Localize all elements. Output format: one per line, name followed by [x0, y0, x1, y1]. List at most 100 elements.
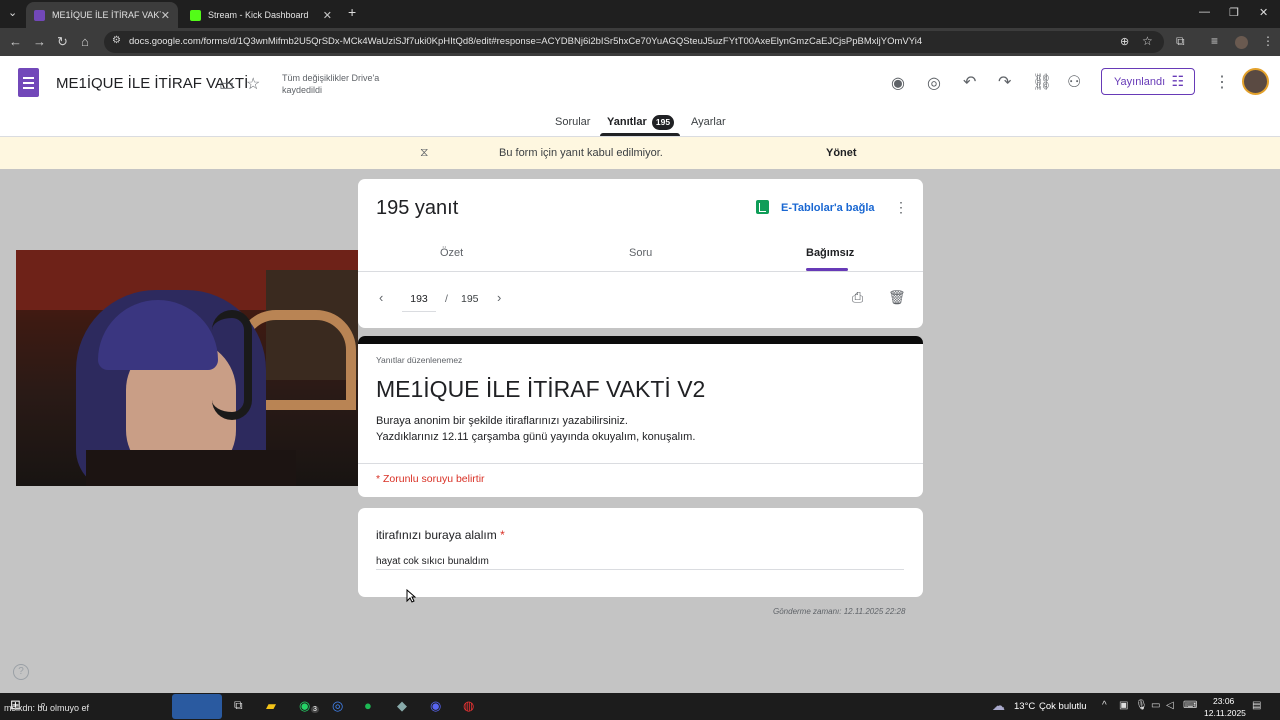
subtab-ozet[interactable]: Özet	[440, 247, 463, 259]
new-tab-plus-icon[interactable]: +	[348, 4, 356, 20]
forms-header: ME1İQUE İLE İTİRAF VAKTİ ▭ ☆ Tüm değişik…	[0, 56, 1280, 137]
form-description-line: Yazdıklarınız 12.11 çarşamba günü yayınd…	[376, 431, 696, 443]
user-avatar[interactable]	[1242, 68, 1269, 95]
responses-count-badge: 195	[652, 115, 674, 130]
sliders-icon: ☷	[1171, 73, 1184, 89]
clock-time[interactable]: 23:06	[1213, 696, 1234, 706]
chrome-icon[interactable]: ◎	[332, 698, 343, 714]
url-text[interactable]: docs.google.com/forms/d/1Q3wnMifmb2U5QrS…	[129, 36, 922, 47]
task-view-icon[interactable]: ⧉	[234, 698, 243, 713]
undo-icon[interactable]: ↶	[963, 72, 976, 92]
redo-icon[interactable]: ↷	[998, 72, 1011, 92]
tray-app-icon[interactable]: ▣	[1119, 700, 1128, 711]
minimize-window-icon[interactable]: —	[1199, 6, 1210, 18]
app-icon[interactable]: ◆	[397, 698, 407, 714]
required-asterisk: *	[500, 528, 505, 542]
back-arrow-icon[interactable]: ←	[9, 34, 22, 49]
profile-avatar-icon[interactable]	[1235, 36, 1248, 49]
sheets-icon[interactable]	[756, 200, 769, 214]
more-options-icon[interactable]: ⋮	[894, 199, 908, 216]
folder-icon[interactable]: ▭	[219, 75, 234, 95]
site-info-icon[interactable]: ⚙	[112, 35, 121, 46]
response-count: 195 yanıt	[376, 197, 459, 219]
home-icon[interactable]: ⌂	[81, 34, 89, 49]
browser-tab-forms[interactable]: ME1İQUE İLE İTİRAF VAKTİ - Go ✕	[26, 2, 178, 28]
media-control-icon[interactable]: ≡	[1211, 34, 1218, 48]
form-info-card: Yanıtlar düzenlenemez ME1İQUE İLE İTİRAF…	[358, 336, 923, 497]
submission-timestamp: Gönderme zamanı: 12.11.2025 22:28	[773, 607, 906, 616]
answer-underline	[376, 569, 904, 570]
browser-menu-icon[interactable]: ⋮	[1262, 34, 1274, 48]
tab-sorular[interactable]: Sorular	[555, 116, 590, 128]
not-accepting-banner: ⧖ Bu form için yanıt kabul edilmiyor. Yö…	[0, 137, 1280, 169]
network-icon[interactable]: ▭	[1151, 700, 1160, 711]
help-icon[interactable]: ?	[13, 664, 29, 680]
volume-icon[interactable]: ◁	[1166, 700, 1174, 711]
tab-title: ME1İQUE İLE İTİRAF VAKTİ - Go	[52, 10, 161, 20]
form-heading: ME1İQUE İLE İTİRAF VAKTİ V2	[376, 376, 706, 402]
keyboard-icon[interactable]: ⌨	[1183, 700, 1197, 711]
close-tab-icon[interactable]: ✕	[323, 9, 332, 22]
delete-trash-icon[interactable]: 🗑	[888, 289, 906, 306]
extensions-puzzle-icon[interactable]: ⧉	[1176, 34, 1185, 49]
question-text: itirafınızı buraya alalım	[376, 528, 497, 542]
tray-chevron-up-icon[interactable]: ^	[1102, 700, 1107, 711]
total-responses: 195	[461, 293, 479, 305]
microphone-icon[interactable]: 🎙	[1135, 700, 1148, 711]
palette-icon[interactable]: ◉	[891, 73, 905, 93]
weather-temperature: 13°C	[1014, 701, 1036, 712]
print-icon[interactable]: ⎙	[852, 289, 863, 306]
manage-link[interactable]: Yönet	[826, 147, 857, 159]
clock-date[interactable]: 12.11.2025	[1204, 708, 1246, 718]
reload-icon[interactable]: ↻	[57, 34, 68, 50]
obs-icon[interactable]: ◍	[463, 698, 474, 714]
google-forms-logo-icon[interactable]	[18, 68, 39, 97]
question-label: itirafınızı buraya alalım *	[376, 528, 505, 542]
responses-off-icon: ⧖	[420, 145, 429, 159]
mouse-cursor-icon	[406, 589, 416, 603]
whatsapp-badge: 3	[311, 706, 319, 713]
notifications-icon[interactable]: ▤	[1252, 700, 1261, 711]
whatsapp-icon[interactable]: ◉	[299, 698, 310, 714]
zoom-icon[interactable]: ⊕	[1120, 35, 1129, 48]
page-separator: /	[445, 293, 448, 305]
widgets-icon[interactable]	[172, 694, 222, 719]
file-explorer-icon[interactable]: ▰	[266, 698, 276, 714]
address-bar[interactable]: ⚙ docs.google.com/forms/d/1Q3wnMifmb2U5Q…	[104, 31, 1164, 53]
link-icon[interactable]: ⛓	[1032, 72, 1052, 92]
close-tab-icon[interactable]: ✕	[161, 9, 170, 22]
browser-tab-kick[interactable]: Stream - Kick Dashboard ✕	[182, 2, 340, 28]
tab-title: Stream - Kick Dashboard	[208, 10, 309, 20]
divider	[358, 271, 923, 272]
bookmark-star-icon[interactable]: ☆	[1142, 34, 1153, 48]
active-tab-indicator	[600, 133, 680, 136]
webcam-overlay	[16, 250, 358, 486]
publish-label: Yayınlandı	[1114, 75, 1166, 88]
windows-taskbar: ⊞ ⌕ mslkdn: bu olmuyo ef ⧉ ▰ ◉ 3 ◎ ● ◆ ◉…	[0, 693, 1280, 720]
tab-search-icon[interactable]: ⌄	[8, 6, 17, 19]
question-card: itirafınızı buraya alalım * hayat cok sı…	[358, 508, 923, 597]
divider	[358, 463, 923, 464]
link-to-sheets-button[interactable]: E-Tablolar'a bağla	[781, 202, 875, 214]
more-options-icon[interactable]: ⋮	[1214, 72, 1230, 92]
next-response-chevron-icon[interactable]: ›	[497, 290, 501, 305]
publish-button[interactable]: Yayınlandı ☷	[1101, 68, 1195, 95]
tab-ayarlar[interactable]: Ayarlar	[691, 116, 726, 128]
tab-yanitlar[interactable]: Yanıtlar	[607, 116, 647, 128]
star-icon[interactable]: ☆	[246, 74, 260, 94]
previous-response-chevron-icon[interactable]: ‹	[379, 290, 383, 305]
save-status: Tüm değişiklikler Drive'a kaydedildi	[282, 73, 380, 95]
form-description-line: Buraya anonim bir şekilde itiraflarınızı…	[376, 415, 628, 427]
preview-eye-icon[interactable]: ◎	[927, 73, 941, 93]
subtab-soru[interactable]: Soru	[629, 247, 652, 259]
spotify-icon[interactable]: ●	[364, 698, 372, 713]
subtab-bagimsiz[interactable]: Bağımsız	[806, 247, 854, 259]
banner-message: Bu form için yanıt kabul edilmiyor.	[499, 147, 663, 159]
forward-arrow-icon[interactable]: →	[33, 34, 46, 49]
add-collaborator-icon[interactable]: ⚇	[1067, 72, 1081, 92]
close-window-icon[interactable]: ✕	[1259, 6, 1268, 19]
forms-favicon-icon	[34, 9, 45, 21]
restore-window-icon[interactable]: ❐	[1229, 6, 1239, 19]
current-response-input[interactable]: 193	[402, 293, 436, 312]
discord-icon[interactable]: ◉	[430, 698, 441, 714]
